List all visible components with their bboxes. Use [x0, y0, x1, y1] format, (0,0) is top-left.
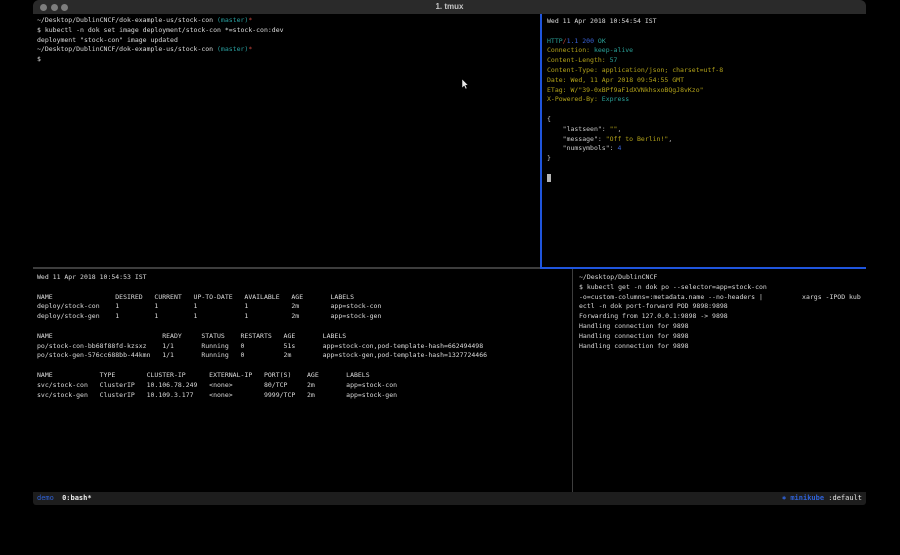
session-name: demo [37, 494, 54, 502]
terminal-line: X-Powered-By: Express [547, 95, 869, 105]
terminal-line: NAME READY STATUS RESTARTS AGE LABELS [37, 332, 575, 342]
terminal-line: -o=custom-columns=:metadata.name --no-he… [579, 293, 868, 303]
terminal-line [37, 322, 575, 332]
terminal-line: HTTP/1.1 200 OK [547, 37, 869, 47]
terminal-line: "lastseen": "", [547, 125, 869, 135]
terminal-line: NAME TYPE CLUSTER-IP EXTERNAL-IP PORT(S)… [37, 371, 575, 381]
pane-bottom-left-kubectl-get[interactable]: Wed 11 Apr 2018 10:54:53 IST NAME DESIRE… [33, 271, 575, 494]
terminal-line: "message": "Off to Berlin!", [547, 135, 869, 145]
terminal-line: $ kubectl -n dok set image deployment/st… [37, 26, 542, 36]
terminal-line: po/stock-con-bb68f88fd-kzsxz 1/1 Running… [37, 342, 575, 352]
terminal-line: $ [37, 55, 542, 65]
terminal-line: ~/Desktop/DublinCNCF [579, 273, 868, 283]
terminal-line: deployment "stock-con" image updated [37, 36, 542, 46]
kube-context: minikube [790, 494, 824, 502]
terminal-line: Wed 11 Apr 2018 10:54:53 IST [37, 273, 575, 283]
terminal-line: Wed 11 Apr 2018 10:54:54 IST [547, 17, 869, 27]
pane-bottom-right-port-forward[interactable]: ~/Desktop/DublinCNCF$ kubectl get -n dok… [575, 271, 868, 494]
terminal-line: NAME DESIRED CURRENT UP-TO-DATE AVAILABL… [37, 293, 575, 303]
terminal-line [547, 164, 869, 174]
terminal-line: svc/stock-con ClusterIP 10.106.78.249 <n… [37, 381, 575, 391]
pane-top-left-shell[interactable]: ~/Desktop/DublinCNCF/dok-example-us/stoc… [33, 14, 542, 269]
active-window-label[interactable]: 0:bash* [58, 494, 92, 502]
terminal-line: svc/stock-gen ClusterIP 10.109.3.177 <no… [37, 391, 575, 401]
terminal-line: Forwarding from 127.0.0.1:9898 -> 9898 [579, 312, 868, 322]
terminal-line: Handling connection for 9898 [579, 322, 868, 332]
mouse-pointer-icon [461, 79, 469, 90]
terminal-line: } [547, 154, 869, 164]
terminal-line: { [547, 115, 869, 125]
terminal-line [37, 361, 575, 371]
title-bar[interactable]: 1. tmux [33, 0, 866, 14]
terminal-line: "numsymbols": 4 [547, 144, 869, 154]
terminal-line: Content-Type: application/json; charset=… [547, 66, 869, 76]
terminal-line: Handling connection for 9898 [579, 342, 868, 352]
terminal-line: deploy/stock-con 1 1 1 1 2m app=stock-co… [37, 302, 575, 312]
terminal-line: po/stock-gen-576cc688bb-44kmn 1/1 Runnin… [37, 351, 575, 361]
tmux-status-bar: demo 0:bash* ⎈ minikube :default [33, 492, 866, 505]
terminal-line: deploy/stock-gen 1 1 1 1 2m app=stock-ge… [37, 312, 575, 322]
pane-divider-horizontal-left[interactable] [33, 267, 540, 269]
pane-divider-horizontal-right[interactable] [540, 267, 866, 269]
terminal-line: ~/Desktop/DublinCNCF/dok-example-us/stoc… [37, 16, 542, 26]
terminal-window: 1. tmux ~/Desktop/DublinCNCF/dok-example… [33, 0, 866, 505]
terminal-line [547, 105, 869, 115]
status-left: demo 0:bash* [37, 492, 92, 505]
terminal-line [37, 283, 575, 293]
pane-divider-vertical-top[interactable] [540, 14, 542, 269]
terminal-line: $ kubectl get -n dok po --selector=app=s… [579, 283, 868, 293]
pane-top-right-http-response[interactable]: Wed 11 Apr 2018 10:54:54 IST HTTP/1.1 20… [542, 14, 869, 270]
terminal-line: Date: Wed, 11 Apr 2018 09:54:55 GMT [547, 76, 869, 86]
kube-namespace: :default [828, 494, 862, 502]
terminal-line [547, 174, 869, 184]
terminal-line: Connection: keep-alive [547, 46, 869, 56]
terminal-line: ~/Desktop/DublinCNCF/dok-example-us/stoc… [37, 45, 542, 55]
terminal-line: ETag: W/"39-0xBPf9aF1dXVNkhsxoBQgJ8vKzo" [547, 86, 869, 96]
tmux-session: ~/Desktop/DublinCNCF/dok-example-us/stoc… [33, 14, 866, 492]
terminal-line: Content-Length: 57 [547, 56, 869, 66]
terminal-line: Handling connection for 9898 [579, 332, 868, 342]
pane-divider-vertical-bottom[interactable] [572, 269, 573, 492]
status-right: ⎈ minikube :default [782, 492, 862, 505]
terminal-line [547, 27, 869, 37]
terminal-line: ectl -n dok port-forward POD 9898:9898 [579, 302, 868, 312]
window-title: 1. tmux [33, 0, 866, 14]
